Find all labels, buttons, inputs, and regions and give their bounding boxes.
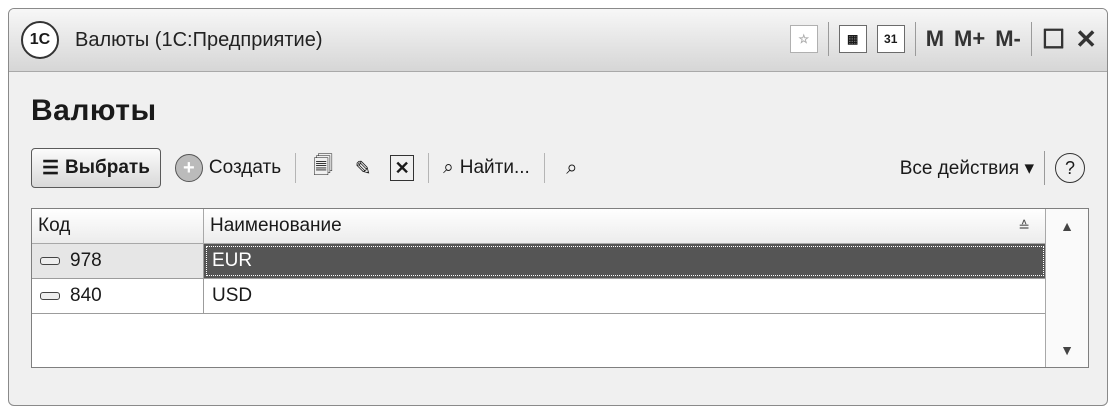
table-header: Код Наименование ≙ bbox=[32, 209, 1088, 244]
table-row[interactable]: 840 USD bbox=[32, 279, 1088, 314]
plus-icon: + bbox=[174, 154, 203, 182]
all-actions-menu[interactable]: Все действия ▾ bbox=[900, 157, 1034, 180]
sort-indicator-icon: ≙ bbox=[1018, 217, 1030, 234]
window-title: Валюты (1С:Предприятие) bbox=[75, 28, 323, 51]
magnifier-icon: ⌕ bbox=[443, 157, 454, 178]
code-cell: 840 bbox=[32, 279, 204, 313]
title-bar: 1С Валюты (1С:Предприятие) ☆ ▦ 31 M M+ M… bbox=[9, 9, 1107, 72]
code-cell: 978 bbox=[32, 244, 204, 278]
find-button[interactable]: ⌕ Найти... bbox=[443, 157, 530, 179]
column-header-name-label: Наименование bbox=[210, 215, 342, 236]
column-header-name[interactable]: Наименование ≙ bbox=[204, 209, 1046, 243]
cancel-search-icon[interactable]: ⌕ bbox=[559, 155, 585, 181]
code-value: 978 bbox=[70, 250, 102, 271]
item-icon bbox=[40, 257, 60, 265]
edit-pencil-icon[interactable]: ✎ bbox=[350, 155, 376, 181]
divider bbox=[543, 153, 545, 183]
bookmark-icon[interactable]: ☆ bbox=[789, 25, 818, 53]
find-button-label: Найти... bbox=[459, 157, 530, 178]
divider bbox=[1030, 22, 1032, 56]
title-bar-tools: ☆ ▦ 31 M M+ M- ☐ ✕ bbox=[789, 17, 1097, 61]
currencies-table: Код Наименование ≙ 978 EUR 840 USD ▲ ▼ bbox=[31, 208, 1089, 368]
select-icon: ☰ bbox=[42, 157, 60, 179]
page-title: Валюты bbox=[31, 94, 157, 127]
table-row[interactable]: 978 EUR bbox=[32, 244, 1088, 279]
select-button-label: Выбрать bbox=[65, 157, 150, 178]
scroll-up-icon[interactable]: ▲ bbox=[1046, 211, 1088, 241]
currencies-window: 1С Валюты (1С:Предприятие) ☆ ▦ 31 M M+ M… bbox=[8, 8, 1108, 406]
1c-logo: 1С bbox=[21, 21, 59, 59]
close-button[interactable]: ✕ bbox=[1075, 24, 1097, 55]
item-icon bbox=[40, 292, 60, 300]
memory-minus-button[interactable]: M- bbox=[995, 26, 1021, 52]
divider bbox=[827, 22, 829, 56]
create-button-label: Создать bbox=[208, 157, 282, 178]
scroll-down-icon[interactable]: ▼ bbox=[1046, 335, 1088, 365]
name-cell: EUR bbox=[204, 244, 1046, 278]
divider bbox=[428, 153, 430, 183]
help-icon[interactable]: ? bbox=[1055, 153, 1085, 183]
name-cell: USD bbox=[212, 285, 253, 306]
create-button[interactable]: + Создать bbox=[174, 154, 282, 182]
copy-icon[interactable]: 🗐 bbox=[310, 155, 336, 181]
code-value: 840 bbox=[70, 285, 102, 306]
divider bbox=[1044, 151, 1045, 185]
divider bbox=[914, 22, 916, 56]
memory-plus-button[interactable]: M+ bbox=[954, 26, 985, 52]
delete-mark-icon[interactable]: ✕ bbox=[390, 155, 415, 181]
divider bbox=[295, 153, 297, 183]
memory-button[interactable]: M bbox=[926, 26, 944, 52]
maximize-button[interactable]: ☐ bbox=[1042, 24, 1065, 55]
select-button[interactable]: ☰ Выбрать bbox=[31, 148, 161, 188]
calendar-icon[interactable]: 31 bbox=[876, 25, 905, 53]
command-bar: ☰ Выбрать + Создать 🗐 ✎ ✕ ⌕ Найти... ⌕ В… bbox=[31, 146, 1085, 190]
column-header-code[interactable]: Код bbox=[32, 209, 204, 243]
vertical-scrollbar[interactable]: ▲ ▼ bbox=[1045, 209, 1088, 367]
calculator-icon[interactable]: ▦ bbox=[838, 25, 867, 53]
